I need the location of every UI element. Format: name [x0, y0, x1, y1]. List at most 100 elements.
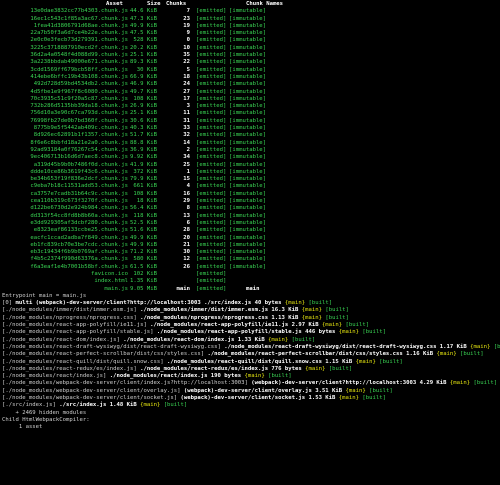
asset-size: 26.9 KiB — [130, 103, 157, 110]
module-built: [built] — [460, 351, 484, 358]
module-row: [./node_modules/react-app-polyfill/stabl… — [0, 329, 500, 336]
asset-chunk: 30 — [183, 249, 190, 256]
asset-status: [emitted] — [196, 190, 227, 197]
module-id: [./node_modules/nprogress/nprogress.css] — [2, 314, 137, 321]
asset-chunk: 13 — [183, 212, 190, 219]
asset-row: 2e0c0e3fecb73d279391.chunk.js 528 KiB 0 [em… — [0, 37, 500, 44]
module-chunk-tag: {main} — [284, 300, 306, 307]
asset-size: 528 KiB — [133, 37, 157, 44]
asset-chunk: 0 — [186, 37, 190, 44]
asset-flag: [immutable] — [229, 132, 267, 139]
asset-chunk: 22 — [183, 59, 190, 66]
asset-size: 25.1 KiB — [130, 110, 157, 117]
module-built: [built] — [362, 395, 386, 402]
module-chunk-tag: {main} — [345, 387, 366, 394]
asset-table-header: Asset Size Chunks Chunk Names — [0, 1, 500, 8]
asset-name: f6a3eaf1e4b7001b58bf.chunk.js — [30, 263, 128, 270]
asset-flag: [immutable] — [229, 44, 267, 51]
module-built: [built] — [345, 322, 370, 329]
asset-name: d122be6730d2e924b984.chunk.js — [30, 205, 128, 212]
module-row: [./src/index.js] ./src/index.js 1.48 KiB… — [0, 402, 500, 409]
asset-row: f6a3eaf1e4b7001b58bf.chunk.js 61.5 KiB 26 [… — [0, 264, 500, 271]
asset-flag: [immutable] — [229, 59, 267, 66]
asset-size: 44.6 KiB — [130, 8, 157, 15]
asset-size: 79.9 KiB — [130, 176, 157, 183]
asset-name: 2e0c0e3fecb73d279391.chunk.js — [30, 37, 128, 44]
asset-name: 3a2238bbdab49000e671.chunk.js — [30, 59, 128, 66]
asset-size: 20.2 KiB — [130, 44, 157, 51]
module-id: [./node_modules/webpack-dev-server/clien… — [2, 380, 248, 387]
asset-name: 16ec1c543c1f85a3ac67.chunk.js — [30, 15, 128, 22]
asset-status: [emitted] — [196, 256, 227, 263]
asset-row: 414ebe6bffc19b43b108.chunk.js 66.9 KiB 18 [… — [0, 74, 500, 81]
asset-name: e8323eaf86133ccbe25.chunk.js — [33, 227, 128, 234]
asset-status: [emitted] — [196, 59, 227, 66]
asset-status: [emitted] — [196, 198, 227, 205]
module-desc: ./node_modules/react-draft-wysiwyg/dist/… — [220, 343, 471, 350]
module-id: [./node_modules/react-app-polyfill/ie11.… — [2, 322, 147, 329]
extra-asset-status: [emitted] — [196, 285, 227, 292]
asset-name: 756d10a3e90c67ca793d.chunk.js — [30, 110, 128, 117]
module-built: [built] — [291, 336, 316, 343]
asset-name: 8f6e6c8bbfd18a21e2a0.chunk.js — [30, 139, 128, 146]
asset-name: eb3c19434f6b9b0769af.chunk.js — [30, 249, 128, 256]
asset-size: 372 KiB — [133, 168, 157, 175]
module-row: [./node_modules/react-quill/dist/quill.s… — [0, 359, 500, 366]
module-chunk-tag: {main} — [321, 322, 343, 329]
asset-row: 8d926ec62891b1f1357.chunk.js 51.7 KiB 32 [e… — [0, 132, 500, 139]
asset-status: [emitted] — [196, 8, 227, 15]
module-id: [./node_modules/react/index.js] — [2, 373, 107, 380]
asset-flag: [immutable] — [229, 30, 267, 37]
asset-size: 661 KiB — [133, 183, 157, 190]
extra-asset-status: [emitted] — [196, 270, 227, 277]
module-row: [./node_modules/react-draft-wysiwyg/dist… — [0, 344, 500, 351]
asset-size: 41.9 KiB — [130, 161, 157, 168]
asset-row: 3cdd1569ff679bcb58ff.chunk.js 30 KiB 5 [emi… — [0, 67, 500, 74]
module-desc: ./node_modules/react-redux/es/index.js 7… — [136, 365, 306, 372]
extra-asset-row: index.html 1.35 KiB [emitted] — [0, 278, 500, 285]
asset-size: 49.9 KiB — [130, 234, 157, 241]
asset-flag: [immutable] — [229, 146, 267, 153]
asset-name: 13e0dae3832cc77b4303.chunk.js — [30, 8, 128, 15]
asset-chunk: 27 — [183, 88, 190, 95]
asset-row: 22a7b50f3a6d7ce4b22e.chunk.js 47.5 KiB 9 [e… — [0, 30, 500, 37]
module-desc: ./node_modules/react-quill/dist/quill.sn… — [163, 358, 356, 365]
asset-flag: [immutable] — [229, 263, 267, 270]
asset-name: 8d926ec62891b1f1357.chunk.js — [33, 132, 128, 139]
module-id: [./src/index.js] — [2, 402, 56, 409]
module-row: [./node_modules/react-dom/index.js] ./no… — [0, 337, 500, 344]
asset-status: [emitted] — [196, 44, 227, 51]
asset-status: [emitted] — [196, 125, 227, 132]
child-compiler-line: Child HtmlWebpackCompiler: — [2, 416, 90, 423]
asset-flag: [immutable] — [229, 15, 267, 22]
asset-flag: [immutable] — [229, 154, 267, 161]
asset-flag: [immutable] — [229, 8, 267, 15]
asset-name: ca3757e7cadb31b64c9c.chunk.js — [30, 190, 128, 197]
module-id: [./node_modules/react-redux/es/index.js] — [2, 365, 137, 372]
module-desc: ./node_modules/react-dom/index.js 1.33 K… — [119, 336, 269, 343]
asset-chunk: 12 — [183, 256, 190, 263]
header-chunk-names: Chunk Names — [246, 1, 284, 7]
asset-flag: [immutable] — [229, 52, 267, 59]
module-id: [./node_modules/immer/dist/immer.esm.js] — [2, 307, 137, 314]
asset-chunk: 32 — [183, 132, 190, 139]
asset-row: 1fea41d3806791d68ae.chunk.js 49.9 KiB 19 [e… — [0, 23, 500, 30]
module-desc: ./node_modules/immer/dist/immer.esm.js 1… — [136, 307, 302, 314]
asset-name: 70c3935c51c9f20a5c87.chunk.js — [30, 95, 128, 102]
module-chunk-tag: {main} — [268, 336, 289, 343]
asset-row: 9ec406713b16d6d7aec8.chunk.js 9.92 KiB 34 [… — [0, 154, 500, 161]
asset-chunk: 28 — [183, 227, 190, 234]
asset-status: [emitted] — [196, 241, 227, 248]
asset-name: c9eba7b18c11531add53.chunk.js — [30, 183, 128, 190]
module-list: [0] multi (webpack)-dev-server/client?ht… — [0, 300, 500, 409]
asset-status: [emitted] — [196, 88, 227, 95]
asset-chunk: 6 — [186, 219, 190, 226]
asset-chunk: 7 — [186, 8, 190, 15]
asset-size: 49.9 KiB — [130, 241, 157, 248]
module-id: [./node_modules/react-app-polyfill/stabl… — [2, 329, 154, 336]
module-id: [./node_modules/webpack-dev-server/clien… — [2, 395, 178, 402]
asset-size: 36.9 KiB — [130, 146, 157, 153]
asset-name: eb1fc839cb70e3be7cdc.chunk.js — [30, 241, 128, 248]
asset-row: 13e0dae3832cc77b4303.chunk.js 44.6 KiB 7 [e… — [0, 8, 500, 15]
asset-status: [emitted] — [196, 103, 227, 110]
